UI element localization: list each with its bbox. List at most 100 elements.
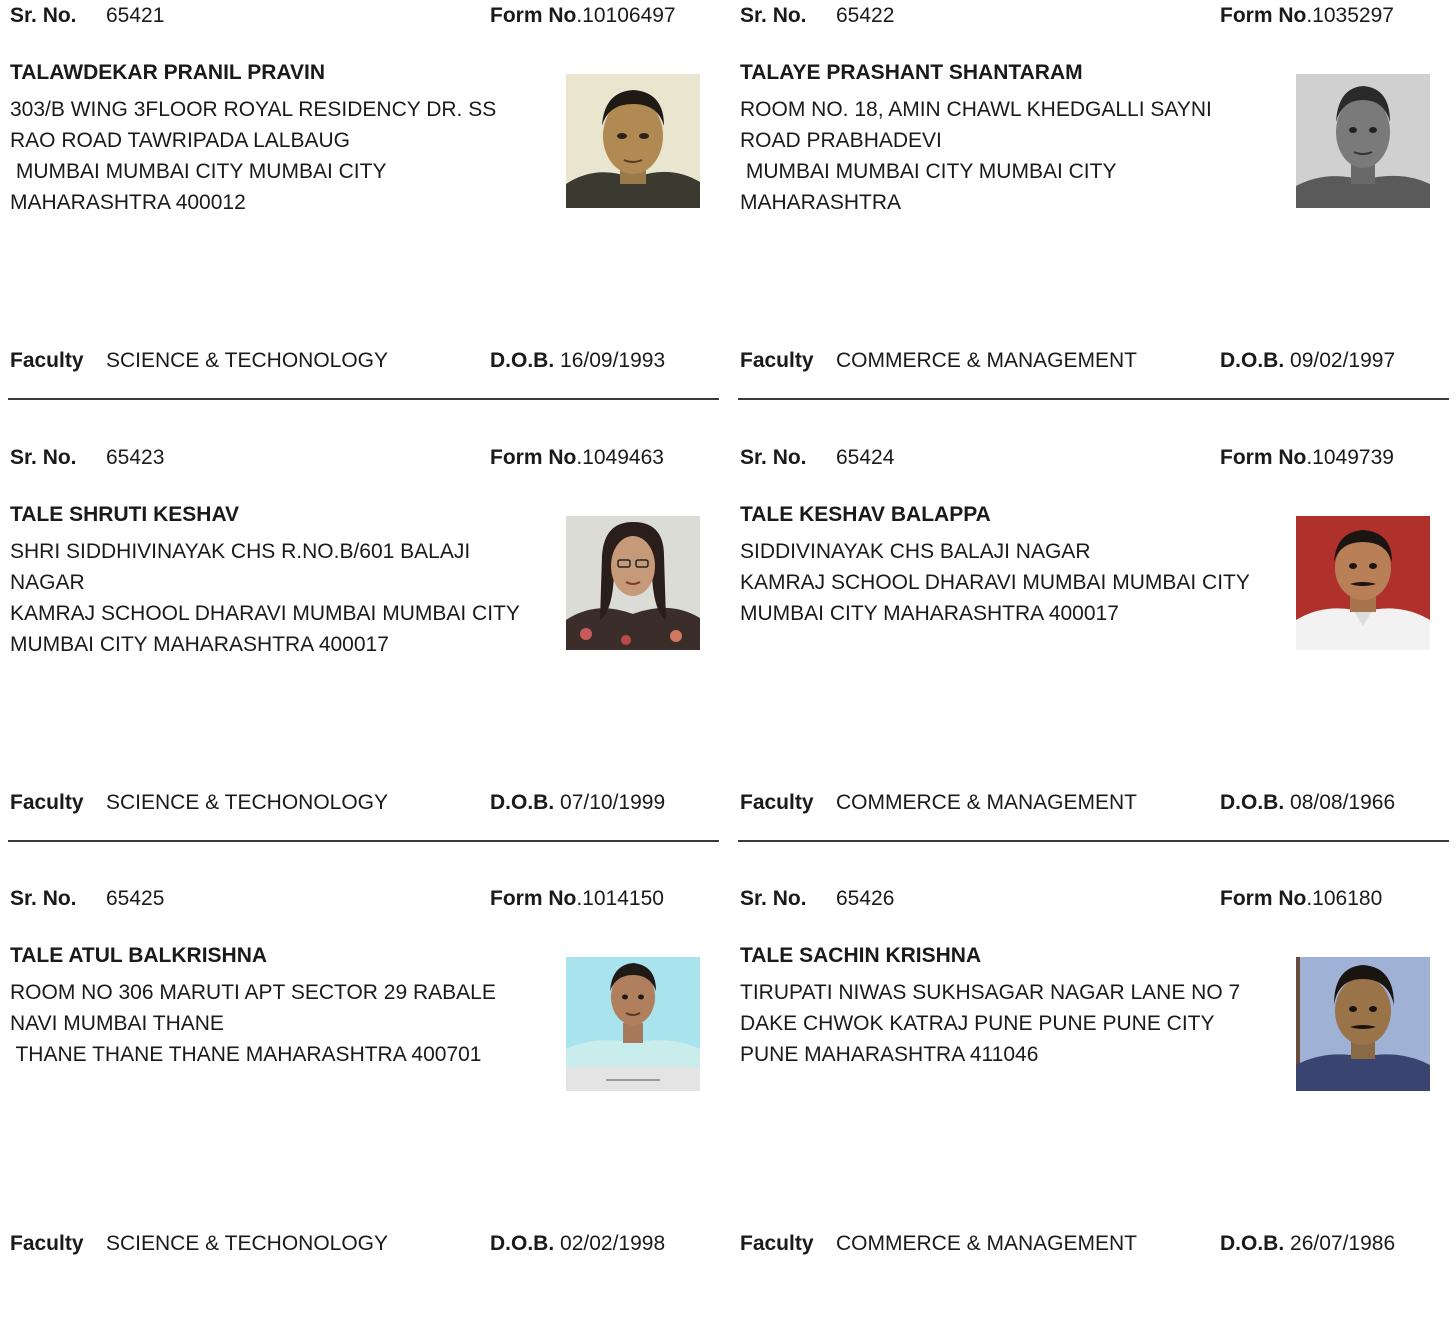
applicant-name: TALE SACHIN KRISHNA (740, 944, 982, 967)
form-no-label: Form No (1220, 446, 1307, 469)
divider (738, 398, 1449, 400)
address-line: NAGAR (10, 571, 85, 594)
form-no-value: 1014150 (582, 887, 664, 910)
address-block: SIDDIVINAYAK CHS BALAJI NAGAR KAMRAJ SCH… (740, 536, 1285, 629)
form-no-value: 10106497 (582, 4, 676, 27)
faculty-value: SCIENCE & TECHONOLOGY (106, 1232, 389, 1255)
applicant-name: TALAWDEKAR PRANIL PRAVIN (10, 61, 325, 84)
dob-value: 16/09/1993 (560, 349, 666, 372)
address-line: RAO ROAD TAWRIPADA LALBAUG (10, 129, 350, 152)
applicant-photo (566, 74, 700, 208)
form-no: Form No.1049739 (1220, 442, 1394, 473)
address-block: SHRI SIDDHIVINAYAK CHS R.NO.B/601 BALAJI… (10, 536, 555, 660)
address-line: THANE THANE THANE MAHARASHTRA 400701 (10, 1043, 482, 1066)
divider (8, 398, 719, 400)
address-line: MAHARASHTRA (740, 191, 902, 214)
applicant-photo (1296, 74, 1430, 208)
dob: D.O.B. 07/10/1999 (490, 787, 665, 818)
applicant-name: TALAYE PRASHANT SHANTARAM (740, 61, 1083, 84)
form-no-label: Form No (490, 887, 577, 910)
sr-no-label: Sr. No. (740, 446, 807, 469)
dob-label: D.O.B. (490, 791, 555, 814)
form-no: Form No.1049463 (490, 442, 664, 473)
applicant-photo (1296, 957, 1430, 1091)
sr-no-value: 65424 (836, 446, 895, 469)
dob-label: D.O.B. (1220, 1232, 1285, 1255)
address-line: SIDDIVINAYAK CHS BALAJI NAGAR (740, 540, 1091, 563)
applicant-photo (1296, 516, 1430, 650)
divider (738, 840, 1449, 842)
address-line: MUMBAI MUMBAI CITY MUMBAI CITY (740, 160, 1117, 183)
form-no-label: Form No (1220, 887, 1307, 910)
record-card: Sr. No. 65424 Form No.1049739 TALE KESHA… (730, 442, 1449, 884)
address-line: MAHARASHTRA 400012 (10, 191, 246, 214)
form-no: Form No.106180 (1220, 883, 1382, 914)
dob: D.O.B. 09/02/1997 (1220, 345, 1395, 376)
dob: D.O.B. 02/02/1998 (490, 1228, 665, 1259)
form-no-value: 106180 (1312, 887, 1383, 910)
address-block: ROOM NO 306 MARUTI APT SECTOR 29 RABALE … (10, 977, 555, 1070)
sr-no-value: 65421 (106, 4, 165, 27)
form-no-value: 1049739 (1312, 446, 1394, 469)
sr-no-label: Sr. No. (740, 4, 807, 27)
record-card: Sr. No. 65425 Form No.1014150 TALE ATUL … (0, 883, 712, 1325)
form-no: Form No.10106497 (490, 0, 676, 31)
sr-no-label: Sr. No. (740, 887, 807, 910)
faculty-value: SCIENCE & TECHONOLOGY (106, 791, 389, 814)
address-block: ROOM NO. 18, AMIN CHAWL KHEDGALLI SAYNI … (740, 94, 1285, 218)
form-no-label: Form No (1220, 4, 1307, 27)
applicant-name: TALE ATUL BALKRISHNA (10, 944, 268, 967)
address-line: KAMRAJ SCHOOL DHARAVI MUMBAI MUMBAI CITY (740, 571, 1250, 594)
sr-no-label: Sr. No. (10, 4, 77, 27)
sr-no-value: 65425 (106, 887, 165, 910)
sr-no-value: 65422 (836, 4, 895, 27)
dob: D.O.B. 16/09/1993 (490, 345, 665, 376)
faculty-label: Faculty (740, 349, 814, 372)
faculty-label: Faculty (10, 349, 84, 372)
address-line: PUNE MAHARASHTRA 411046 (740, 1043, 1039, 1066)
address-line: MUMBAI MUMBAI CITY MUMBAI CITY (10, 160, 387, 183)
address-line: TIRUPATI NIWAS SUKHSAGAR NAGAR LANE NO 7 (740, 981, 1241, 1004)
sr-no-value: 65423 (106, 446, 165, 469)
dob-value: 02/02/1998 (560, 1232, 666, 1255)
form-no-label: Form No (490, 4, 577, 27)
record-card: Sr. No. 65422 Form No.1035297 TALAYE PRA… (730, 0, 1449, 442)
dob-value: 07/10/1999 (560, 791, 666, 814)
form-no: Form No.1035297 (1220, 0, 1394, 31)
address-line: 303/B WING 3FLOOR ROYAL RESIDENCY DR. SS (10, 98, 497, 121)
faculty-label: Faculty (10, 791, 84, 814)
form-no: Form No.1014150 (490, 883, 664, 914)
applicant-name: TALE SHRUTI KESHAV (10, 503, 240, 526)
dob: D.O.B. 08/08/1966 (1220, 787, 1395, 818)
faculty-value: SCIENCE & TECHONOLOGY (106, 349, 389, 372)
form-no-label: Form No (490, 446, 577, 469)
faculty-value: COMMERCE & MANAGEMENT (836, 349, 1138, 372)
address-line: MUMBAI CITY MAHARASHTRA 400017 (740, 602, 1119, 625)
faculty-label: Faculty (740, 1232, 814, 1255)
faculty-value: COMMERCE & MANAGEMENT (836, 791, 1138, 814)
record-card: Sr. No. 65421 Form No.10106497 TALAWDEKA… (0, 0, 719, 442)
sr-no-value: 65426 (836, 887, 895, 910)
sr-no-label: Sr. No. (10, 887, 77, 910)
address-line: ROOM NO 306 MARUTI APT SECTOR 29 RABALE (10, 981, 496, 1004)
dob-value: 08/08/1966 (1290, 791, 1396, 814)
sr-no-label: Sr. No. (10, 446, 77, 469)
address-block: 303/B WING 3FLOOR ROYAL RESIDENCY DR. SS… (10, 94, 555, 218)
applicant-name: TALE KESHAV BALAPPA (740, 503, 991, 526)
dob-label: D.O.B. (490, 349, 555, 372)
divider (8, 840, 719, 842)
dob-label: D.O.B. (490, 1232, 555, 1255)
address-line: NAVI MUMBAI THANE (10, 1012, 224, 1035)
address-line: MUMBAI CITY MAHARASHTRA 400017 (10, 633, 389, 656)
dob-value: 09/02/1997 (1290, 349, 1396, 372)
address-line: SHRI SIDDHIVINAYAK CHS R.NO.B/601 BALAJI (10, 540, 471, 563)
faculty-label: Faculty (10, 1232, 84, 1255)
record-card: Sr. No. 65426 Form No.106180 TALE SACHIN… (730, 883, 1442, 1325)
record-card: Sr. No. 65423 Form No.1049463 TALE SHRUT… (0, 442, 719, 884)
dob-label: D.O.B. (1220, 349, 1285, 372)
applicant-photo (566, 957, 700, 1091)
dob-value: 26/07/1986 (1290, 1232, 1396, 1255)
dob: D.O.B. 26/07/1986 (1220, 1228, 1395, 1259)
applicant-photo (566, 516, 700, 650)
address-line: ROOM NO. 18, AMIN CHAWL KHEDGALLI SAYNI (740, 98, 1212, 121)
